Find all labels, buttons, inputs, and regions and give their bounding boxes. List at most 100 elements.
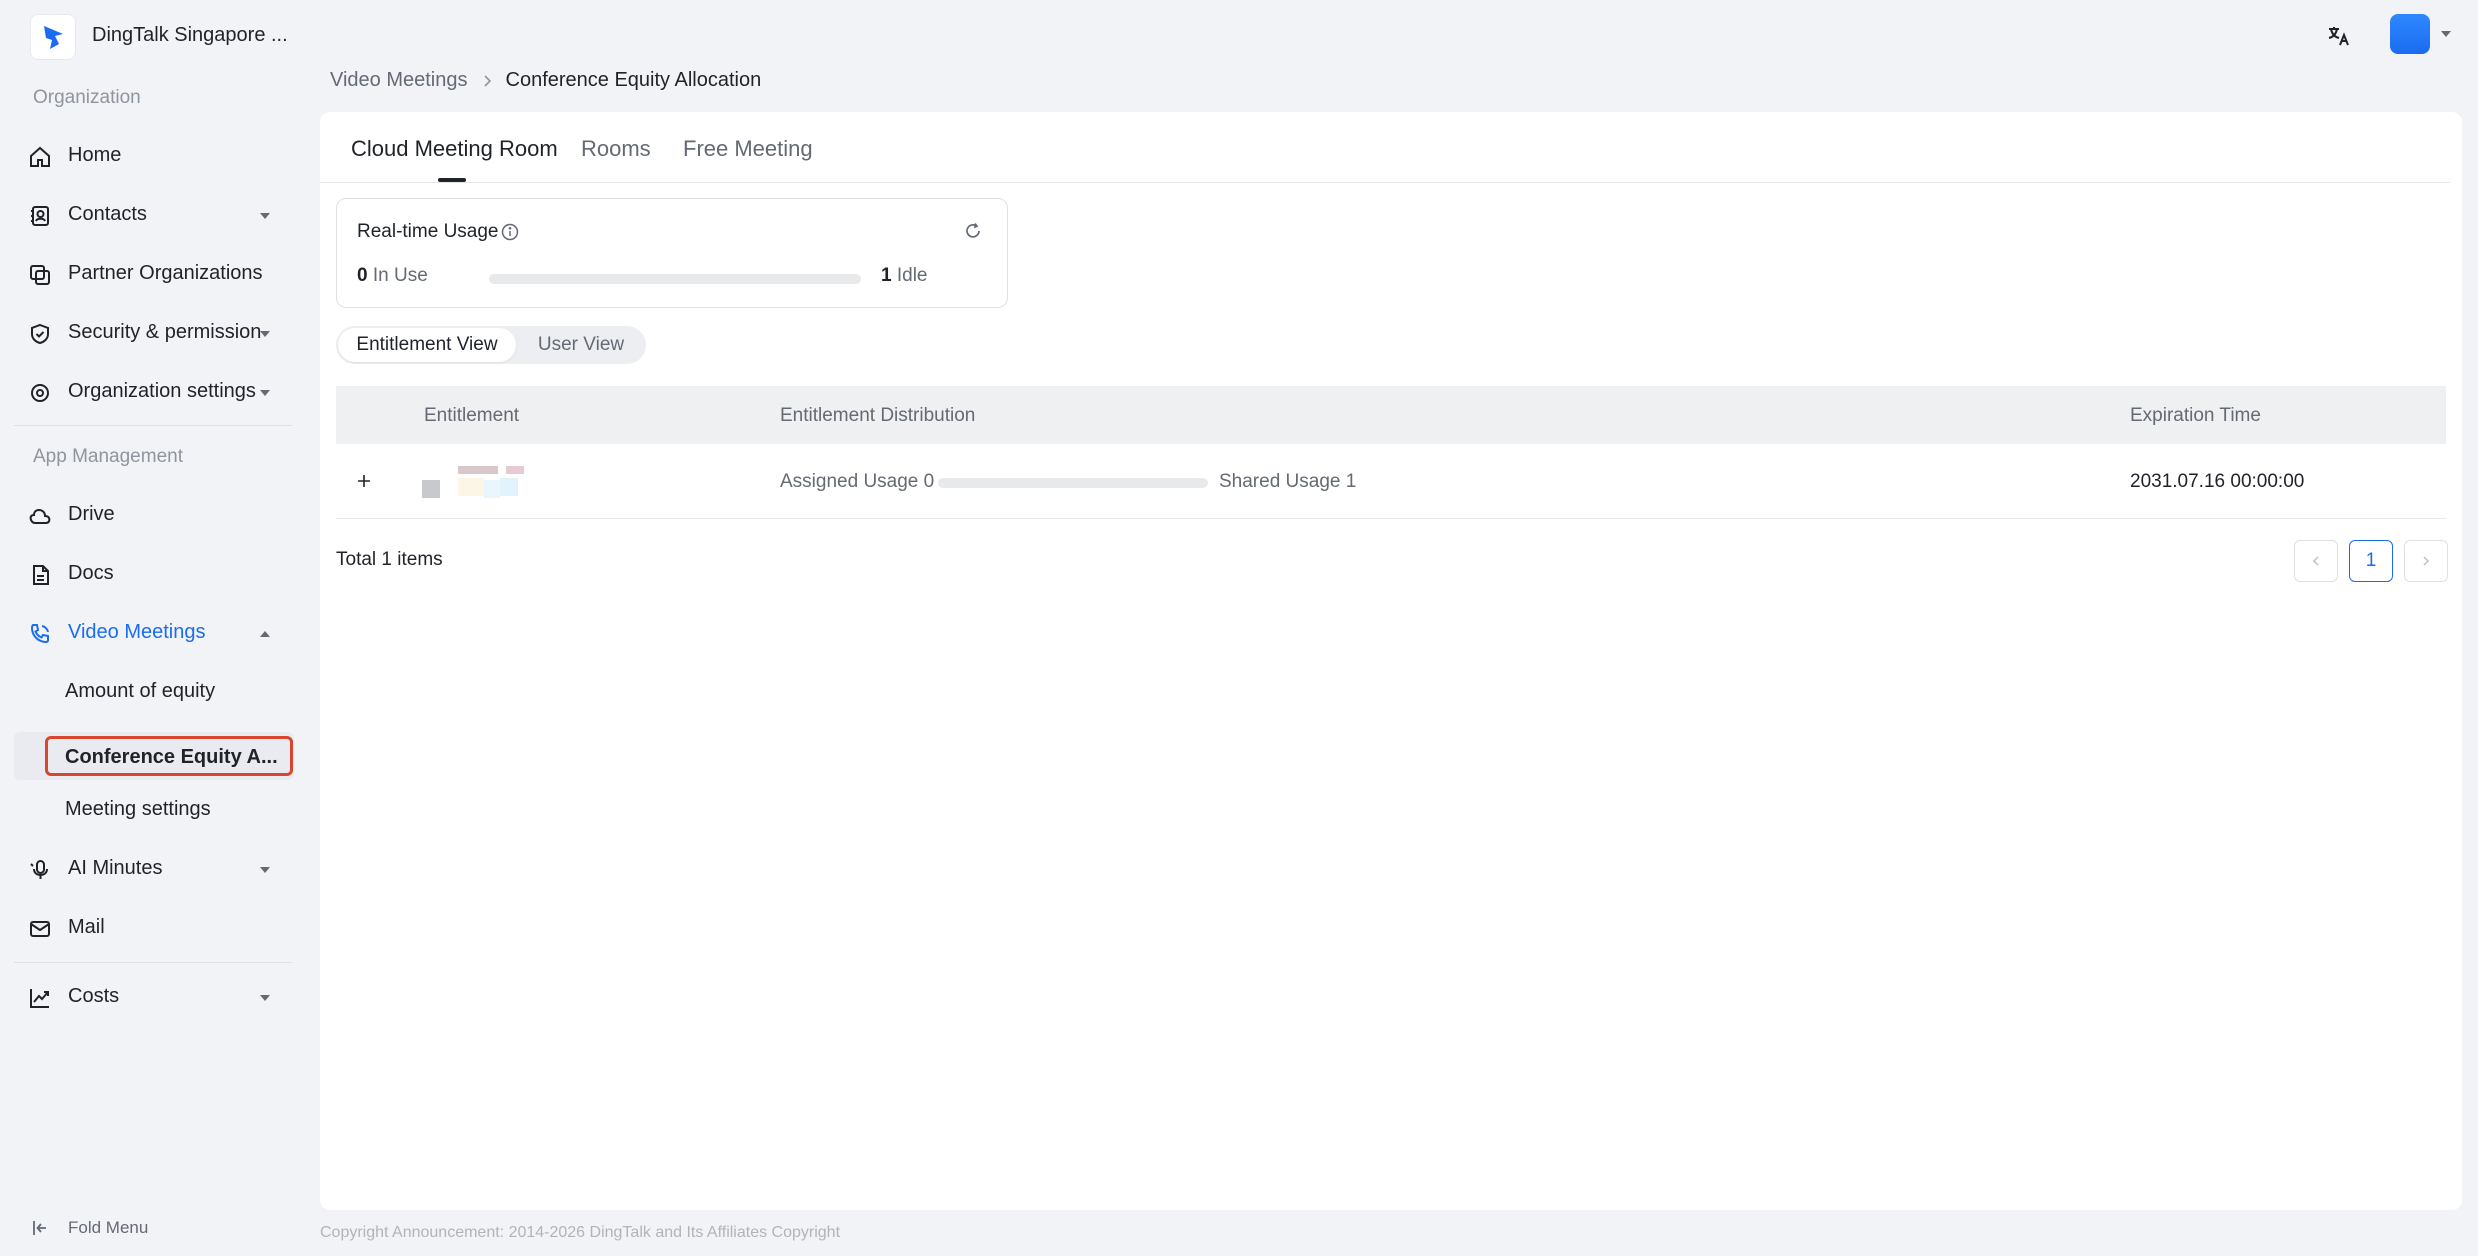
- in-use-label: In Use: [372, 265, 428, 286]
- total-items: Total 1 items: [336, 549, 443, 570]
- sidebar-item-security[interactable]: Security & permission: [14, 305, 294, 361]
- dingtalk-logo-icon[interactable]: [30, 14, 76, 60]
- fold-menu-icon: [30, 1218, 50, 1238]
- sidebar-item-home[interactable]: Home: [14, 128, 294, 184]
- distribution-bar: [938, 478, 1208, 488]
- sidebar-item-label: Partner Organizations: [68, 262, 263, 284]
- phone-video-icon: [28, 622, 52, 646]
- assigned-usage: Assigned Usage 0: [780, 471, 935, 492]
- refresh-icon[interactable]: [963, 221, 983, 241]
- section-organization: Organization: [33, 87, 141, 108]
- realtime-usage-card: Real-time Usage 0 In Use 1 Idle: [336, 198, 1008, 308]
- contacts-icon: [28, 204, 52, 228]
- tab-rooms[interactable]: Rooms: [581, 136, 651, 162]
- idle-label: Idle: [896, 265, 928, 286]
- idle-count: 1: [881, 265, 892, 286]
- sidebar-item-label: Security & permission: [68, 321, 262, 343]
- sidebar-item-label: Home: [68, 144, 122, 166]
- top-bar: DingTalk Singapore ...: [0, 0, 2478, 70]
- page-number-button[interactable]: 1: [2349, 540, 2393, 582]
- sidebar-item-label: AI Minutes: [68, 857, 163, 879]
- caret-up-icon: [258, 627, 272, 641]
- home-icon: [28, 145, 52, 169]
- section-app-management: App Management: [33, 446, 183, 467]
- sidebar-item-label: Organization settings: [68, 380, 256, 402]
- sidebar-divider: [14, 425, 292, 426]
- settings-icon: [28, 381, 52, 405]
- expand-plus-icon[interactable]: [356, 473, 372, 489]
- translate-icon[interactable]: [2322, 20, 2354, 52]
- usage-progress-bar: [489, 274, 861, 284]
- copyright-footer: Copyright Announcement: 2014-2026 DingTa…: [320, 1224, 841, 1241]
- sidebar-item-label: Video Meetings: [68, 621, 206, 643]
- fold-menu-button[interactable]: Fold Menu: [30, 1218, 148, 1238]
- sidebar-divider: [14, 962, 292, 963]
- chevron-right-icon: [480, 74, 494, 88]
- sidebar-item-label: Docs: [68, 562, 114, 584]
- org-name[interactable]: DingTalk Singapore ...: [92, 24, 288, 47]
- chevron-down-icon[interactable]: [2438, 26, 2454, 42]
- expiration-time: 2031.07.16 00:00:00: [2130, 471, 2305, 492]
- column-header-distribution: Entitlement Distribution: [780, 405, 976, 426]
- column-header-expiration: Expiration Time: [2130, 405, 2261, 426]
- entitlement-view-button[interactable]: Entitlement View: [338, 328, 516, 362]
- sidebar-subitem-amount-of-equity[interactable]: Amount of equity: [14, 664, 294, 720]
- info-icon[interactable]: [501, 223, 519, 241]
- chevron-right-icon: [2423, 556, 2430, 566]
- sidebar-item-label: Meeting settings: [65, 798, 211, 820]
- entitlement-thumbnail: [422, 466, 542, 500]
- usage-title: Real-time Usage: [357, 221, 499, 242]
- breadcrumb-current: Conference Equity Allocation: [505, 69, 762, 91]
- view-toggle: Entitlement View User View: [336, 326, 646, 364]
- active-tab-indicator: [438, 178, 466, 182]
- sidebar-item-mail[interactable]: Mail: [14, 900, 294, 956]
- sidebar-subitem-meeting-settings[interactable]: Meeting settings: [14, 782, 294, 838]
- sidebar: Organization Home Contacts Partner Organ…: [0, 70, 300, 1256]
- caret-down-icon: [258, 209, 272, 223]
- user-view-button[interactable]: User View: [526, 326, 636, 364]
- sidebar-item-label: Amount of equity: [65, 680, 216, 702]
- sidebar-item-organization-settings[interactable]: Organization settings: [14, 364, 294, 420]
- in-use-count: 0: [357, 265, 368, 286]
- chevron-left-icon: [2312, 556, 2319, 566]
- tab-bar: Cloud Meeting Room Rooms Free Meeting: [320, 112, 2450, 183]
- sidebar-item-label: Contacts: [68, 203, 147, 225]
- caret-down-icon: [258, 327, 272, 341]
- caret-down-icon: [258, 863, 272, 877]
- in-use-stat: 0 In Use: [357, 265, 428, 287]
- sidebar-item-label: Conference Equity A...: [65, 746, 278, 768]
- sidebar-item-label: Costs: [68, 985, 120, 1007]
- table-row: Assigned Usage 0 Shared Usage 1 2031.07.…: [336, 444, 2446, 519]
- table-header: Entitlement Entitlement Distribution Exp…: [336, 386, 2446, 444]
- prev-page-button[interactable]: [2294, 540, 2338, 582]
- user-avatar[interactable]: [2390, 14, 2430, 54]
- column-header-entitlement: Entitlement: [424, 405, 520, 426]
- sidebar-item-label: Drive: [68, 503, 115, 525]
- sidebar-item-drive[interactable]: Drive: [14, 487, 294, 543]
- microphone-icon: [28, 858, 52, 882]
- tab-cloud-meeting-room[interactable]: Cloud Meeting Room: [351, 136, 558, 162]
- breadcrumb: Video Meetings Conference Equity Allocat…: [330, 69, 761, 92]
- sidebar-item-video-meetings[interactable]: Video Meetings: [14, 605, 294, 661]
- shield-icon: [28, 322, 52, 346]
- sidebar-item-contacts[interactable]: Contacts: [14, 187, 294, 243]
- tab-free-meeting[interactable]: Free Meeting: [683, 136, 813, 162]
- mail-icon: [28, 917, 52, 941]
- next-page-button[interactable]: [2404, 540, 2448, 582]
- partner-icon: [28, 263, 52, 287]
- sidebar-item-partner-organizations[interactable]: Partner Organizations: [14, 246, 294, 302]
- breadcrumb-video-meetings[interactable]: Video Meetings: [330, 69, 468, 92]
- sidebar-item-label: Mail: [68, 916, 105, 938]
- sidebar-subitem-conference-equity[interactable]: Conference Equity A...: [14, 732, 294, 780]
- sidebar-item-ai-minutes[interactable]: AI Minutes: [14, 841, 294, 897]
- idle-stat: 1 Idle: [881, 265, 928, 287]
- shared-usage: Shared Usage 1: [1219, 471, 1357, 492]
- trend-chart-icon: [28, 986, 52, 1010]
- cloud-icon: [28, 504, 52, 528]
- sidebar-item-costs[interactable]: Costs: [14, 969, 294, 1025]
- caret-down-icon: [258, 386, 272, 400]
- document-icon: [28, 563, 52, 587]
- sidebar-item-docs[interactable]: Docs: [14, 546, 294, 602]
- main-panel: Cloud Meeting Room Rooms Free Meeting Re…: [320, 112, 2462, 1210]
- caret-down-icon: [258, 991, 272, 1005]
